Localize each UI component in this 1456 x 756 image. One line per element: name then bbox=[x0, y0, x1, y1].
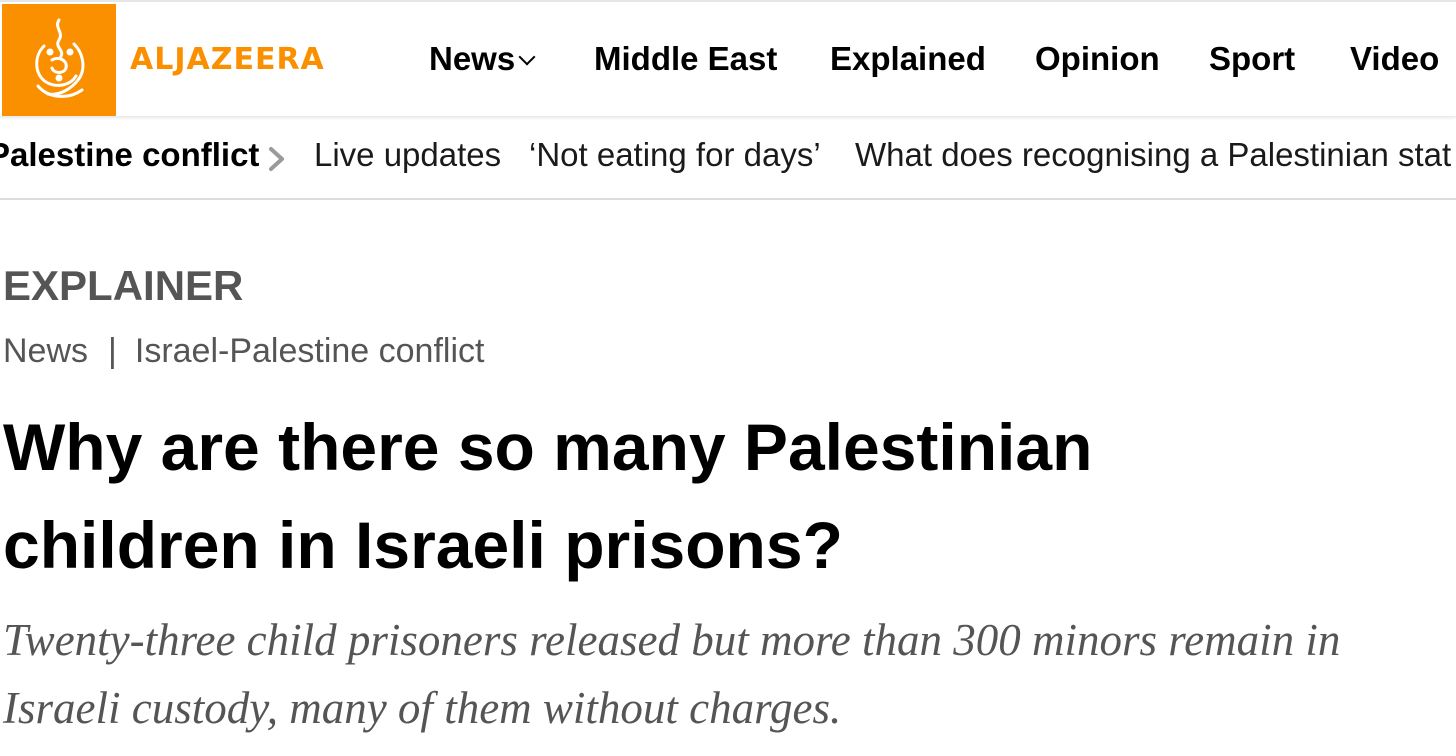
breadcrumb-topic-link[interactable]: Israel-Palestine conflict bbox=[135, 332, 485, 370]
nav-item-label: Middle East bbox=[594, 40, 778, 77]
site-header: ALJAZEERA News Middle East Explained Opi… bbox=[0, 0, 1456, 116]
trending-link-live-updates[interactable]: Live updates bbox=[314, 136, 501, 174]
trending-bar: Palestine conflict Live updates ‘Not eat… bbox=[0, 116, 1456, 200]
site-wordmark[interactable]: ALJAZEERA bbox=[130, 42, 325, 77]
nav-item-label: News bbox=[429, 40, 516, 77]
nav-item-sport[interactable]: Sport bbox=[1209, 40, 1295, 78]
chevron-right-icon bbox=[269, 147, 284, 171]
nav-item-video[interactable]: Video bbox=[1350, 40, 1439, 78]
breadcrumb: News | Israel-Palestine conflict bbox=[3, 332, 484, 371]
nav-item-opinion[interactable]: Opinion bbox=[1035, 40, 1160, 78]
trending-link-recognising-state[interactable]: What does recognising a Palestinian stat bbox=[855, 136, 1451, 174]
page: ALJAZEERA News Middle East Explained Opi… bbox=[0, 0, 1456, 756]
article-headline: Why are there so many Palestinian childr… bbox=[3, 410, 1093, 582]
calligraphy-logo-icon bbox=[35, 18, 85, 98]
breadcrumb-separator: | bbox=[108, 332, 117, 370]
article-kicker: EXPLAINER bbox=[3, 262, 244, 309]
article-standfirst: Twenty-three child prisoners released bu… bbox=[3, 615, 1341, 733]
chevron-down-icon bbox=[518, 48, 536, 66]
trending-link-not-eating[interactable]: ‘Not eating for days’ bbox=[529, 136, 821, 174]
nav-item-label: Explained bbox=[830, 40, 986, 77]
nav-item-middle-east[interactable]: Middle East bbox=[594, 40, 777, 78]
nav-item-label: Sport bbox=[1209, 40, 1296, 77]
nav-item-label: Video bbox=[1350, 40, 1440, 77]
aljazeera-logo[interactable] bbox=[2, 4, 116, 116]
nav-item-news[interactable]: News bbox=[429, 40, 536, 78]
trending-topic-link[interactable]: Palestine conflict bbox=[0, 136, 259, 174]
nav-item-explained[interactable]: Explained bbox=[830, 40, 986, 78]
nav-item-label: Opinion bbox=[1035, 40, 1160, 77]
breadcrumb-section-link[interactable]: News bbox=[3, 332, 88, 370]
